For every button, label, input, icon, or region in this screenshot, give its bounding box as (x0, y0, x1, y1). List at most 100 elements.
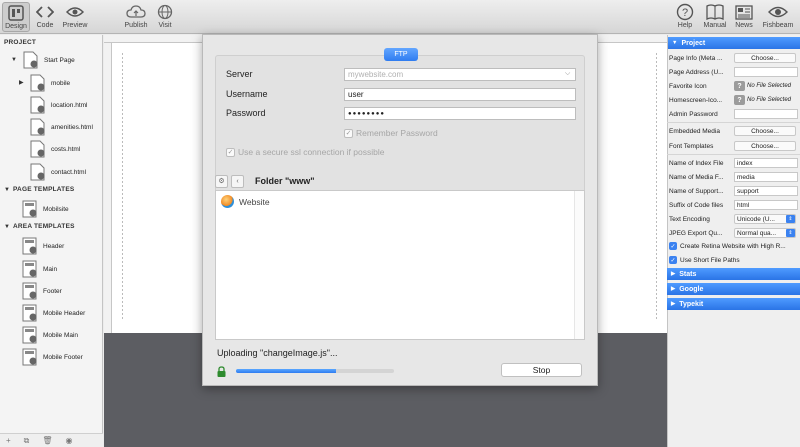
add-icon[interactable]: + (6, 436, 11, 445)
remote-file-list[interactable]: Website (215, 190, 585, 340)
project-panel-header[interactable]: ▼ Project (668, 37, 800, 49)
gear-icon[interactable]: ⚙ (215, 174, 228, 188)
disclosure-open-icon[interactable]: ▼ (4, 187, 10, 193)
page-templates-title: PAGE TEMPLATES (13, 186, 75, 193)
short-paths-checkbox[interactable]: ✓ Use Short File Paths (669, 256, 797, 264)
ftp-publish-dialog: Server mywebsite.com ⌵ Username user Pas… (202, 34, 598, 386)
help-button[interactable]: ? Help (674, 2, 696, 32)
stepper-icon: ⇕ (786, 215, 795, 223)
code-suffix-input[interactable]: html (734, 200, 798, 210)
design-icon (8, 3, 24, 23)
tree-item-footer[interactable]: Footer (22, 281, 62, 301)
tree-item-location[interactable]: location.html (30, 95, 88, 115)
template-icon (22, 260, 38, 278)
remember-password-checkbox[interactable]: ✓ Remember Password (344, 128, 438, 138)
template-icon (22, 200, 38, 218)
homescreen-icon-label: Homescreen-Ico... (669, 97, 723, 104)
tree-item-amenities[interactable]: amenities.html (30, 117, 93, 137)
text-encoding-select[interactable]: Unicode (U... ⇕ (734, 214, 796, 224)
tree-item-mobile-footer[interactable]: Mobile Footer (22, 347, 83, 367)
news-button[interactable]: News (733, 2, 755, 32)
username-label: Username (226, 89, 268, 99)
preview-button[interactable]: Preview (60, 2, 90, 32)
admin-password-input[interactable] (734, 109, 798, 119)
stepper-icon: ⇕ (786, 229, 795, 237)
template-icon (22, 282, 38, 300)
tree-item-mobile[interactable]: mobile (30, 73, 70, 93)
tree-item-mobile-main[interactable]: Mobile Main (22, 325, 78, 345)
page-address-input[interactable] (734, 67, 798, 77)
password-input[interactable]: ●●●●●●●● (344, 107, 576, 120)
code-button[interactable]: Code (33, 2, 57, 32)
duplicate-icon[interactable]: ⧉ (24, 436, 30, 446)
progress-fill (236, 369, 336, 373)
page-info-choose-button[interactable]: Choose... (734, 53, 796, 63)
file-item-website[interactable]: Website (221, 195, 270, 208)
template-icon (22, 304, 38, 322)
index-file-input[interactable]: index (734, 158, 798, 168)
fishbeam-eye-icon (768, 2, 788, 22)
vertical-ruler (104, 43, 112, 333)
layout-guide (122, 53, 123, 321)
tree-item-mobilsite[interactable]: Mobilsite (22, 199, 69, 219)
back-chevron-icon[interactable]: ‹ (231, 174, 244, 188)
username-input[interactable]: user (344, 88, 576, 101)
question-icon: ? (676, 2, 694, 22)
text-encoding-label: Text Encoding (669, 216, 710, 223)
toolbar: Design Code Preview Publish Visit ? Help (0, 0, 800, 34)
page-info-label: Page Info (Meta ... (669, 55, 723, 62)
manual-button[interactable]: Manual (701, 2, 729, 32)
vertical-scrollbar[interactable] (574, 191, 584, 339)
google-panel-header[interactable]: ▶ Google (667, 283, 800, 295)
folder-title: Folder "www" (255, 176, 315, 186)
font-templates-choose-button[interactable]: Choose... (734, 141, 796, 151)
fishbeam-button[interactable]: Fishbeam (760, 2, 796, 32)
question-icon[interactable]: ? (734, 81, 745, 91)
visit-button[interactable]: Visit (153, 2, 177, 32)
website-globe-icon (221, 195, 234, 208)
server-label: Server (226, 69, 253, 79)
font-templates-label: Font Templates (669, 143, 714, 150)
password-label: Password (226, 108, 266, 118)
visibility-eye-icon[interactable]: ◉ (66, 436, 73, 445)
support-folder-input[interactable]: support (734, 186, 798, 196)
embedded-media-label: Embedded Media (669, 128, 720, 135)
tree-item-mobile-header[interactable]: Mobile Header (22, 303, 85, 323)
design-button[interactable]: Design (2, 2, 30, 32)
template-icon (22, 237, 38, 255)
embedded-media-choose-button[interactable]: Choose... (734, 126, 796, 136)
tree-item-contact[interactable]: contact.html (30, 162, 86, 182)
disclosure-open-icon[interactable]: ▼ (4, 224, 10, 230)
question-icon[interactable]: ? (734, 95, 745, 105)
media-folder-input[interactable]: media (734, 172, 798, 182)
disclosure-open-icon[interactable]: ▼ (11, 57, 17, 63)
disclosure-closed-icon: ▶ (671, 301, 676, 307)
page-icon (30, 74, 46, 92)
admin-password-label: Admin Password (669, 111, 718, 118)
tree-item-header[interactable]: Header (22, 236, 64, 256)
retina-checkbox[interactable]: ✓ Create Retina Website with High R... (669, 242, 797, 250)
ssl-checkbox[interactable]: ✓ Use a secure ssl connection if possibl… (226, 147, 384, 157)
tree-item-main[interactable]: Main (22, 259, 57, 279)
tree-item-start-page[interactable]: Start Page (23, 50, 75, 70)
ftp-tab[interactable]: FTP (384, 48, 418, 61)
page-icon (30, 163, 46, 181)
disclosure-closed-icon[interactable]: ▶ (19, 79, 24, 86)
typekit-panel-header[interactable]: ▶ Typekit (667, 298, 800, 310)
stats-panel-header[interactable]: ▶ Stats (667, 268, 800, 280)
divider (667, 122, 800, 123)
trash-icon[interactable]: 🗑 (42, 436, 52, 445)
sidebar-bottom-bar: + ⧉ 🗑 ◉ (0, 433, 103, 447)
stop-button[interactable]: Stop (501, 363, 582, 377)
checkmark-icon: ✓ (669, 256, 677, 264)
support-folder-label: Name of Support... (669, 188, 724, 195)
server-input[interactable]: mywebsite.com (344, 68, 576, 81)
divider (667, 154, 800, 155)
template-icon (22, 326, 38, 344)
publish-button[interactable]: Publish (122, 2, 150, 32)
jpeg-quality-select[interactable]: Normal qua... ⇕ (734, 228, 796, 238)
book-icon (706, 2, 724, 22)
tree-item-costs[interactable]: costs.html (30, 139, 80, 159)
homescreen-icon-status: No File Selected (747, 97, 792, 103)
chevron-down-icon[interactable]: ⌵ (565, 70, 570, 78)
